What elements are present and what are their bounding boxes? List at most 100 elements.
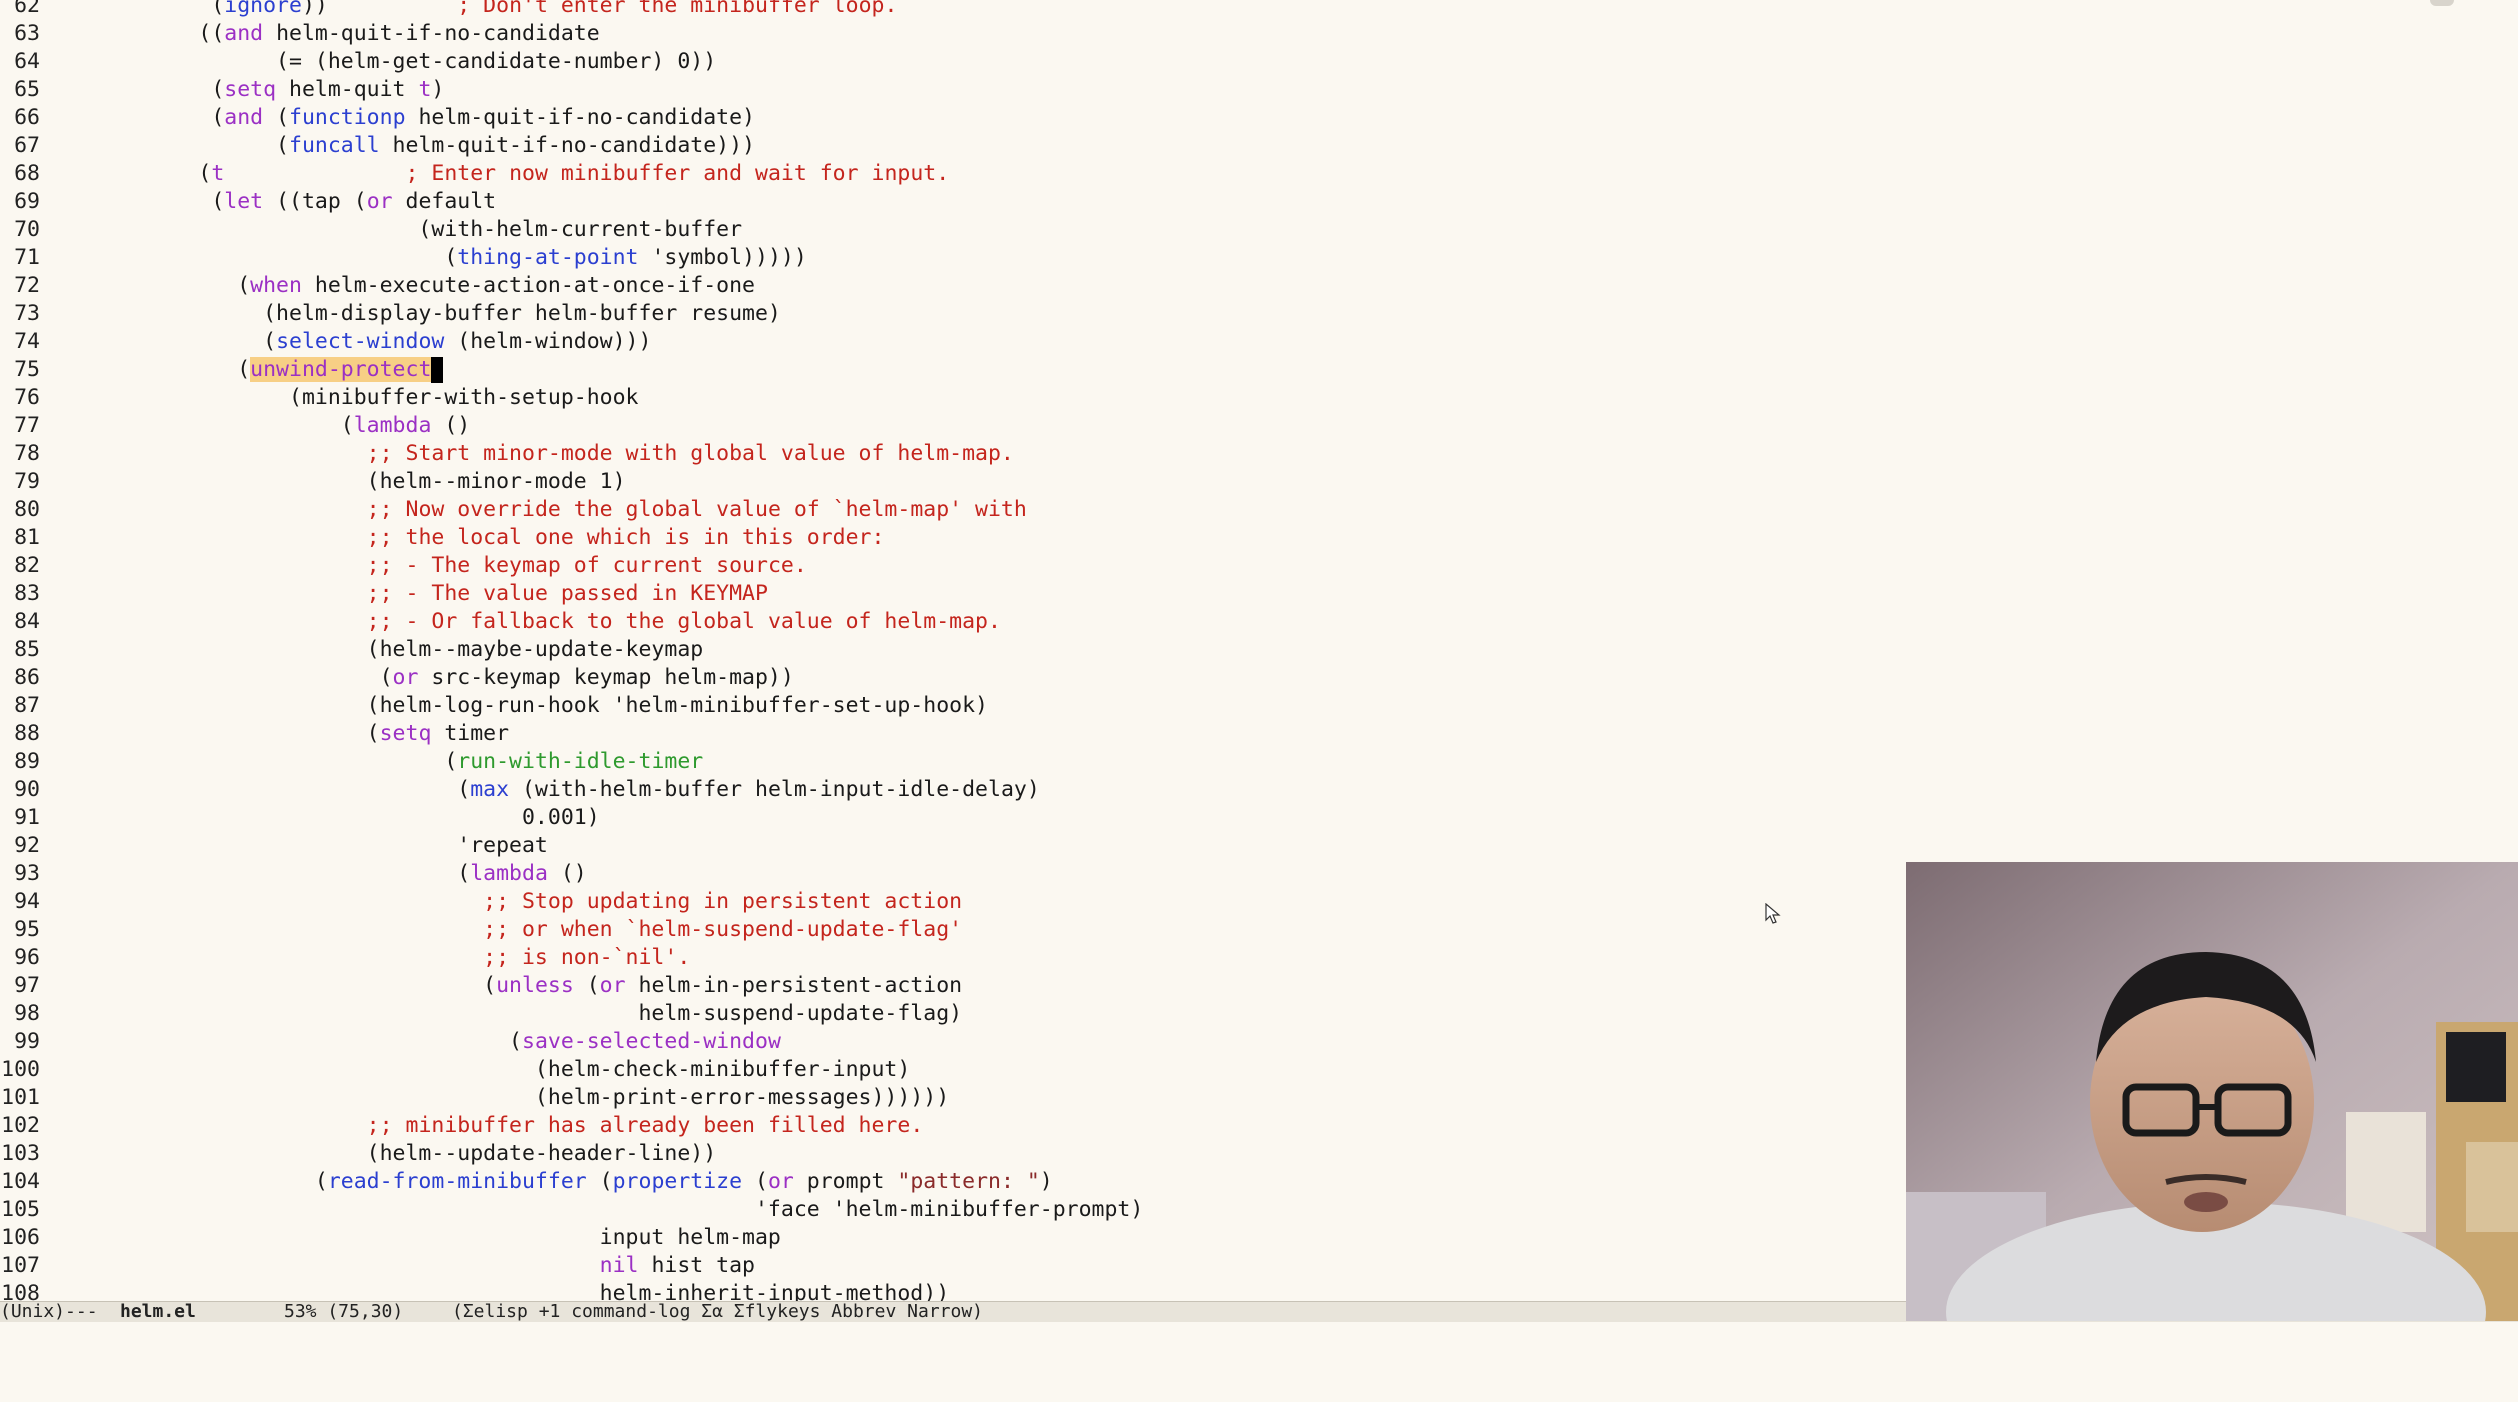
code-line[interactable]: 69 (let ((tap (or default <box>0 188 1906 216</box>
code-text[interactable]: ;; - Or fallback to the global value of … <box>56 608 1001 636</box>
code-line[interactable]: 84 ;; - Or fallback to the global value … <box>0 608 1906 636</box>
code-text[interactable]: ;; - The keymap of current source. <box>56 552 807 580</box>
code-line[interactable]: 82 ;; - The keymap of current source. <box>0 552 1906 580</box>
code-text[interactable]: 0.001) <box>56 804 600 832</box>
code-line[interactable]: 80 ;; Now override the global value of `… <box>0 496 1906 524</box>
code-text[interactable]: (unless (or helm-in-persistent-action <box>56 972 962 1000</box>
code-text[interactable]: (read-from-minibuffer (propertize (or pr… <box>56 1168 1053 1196</box>
code-line[interactable]: 75 (unwind-protect <box>0 356 1906 384</box>
code-text[interactable]: (lambda () <box>56 412 470 440</box>
code-text[interactable]: (= (helm-get-candidate-number) 0)) <box>56 48 716 76</box>
code-text[interactable]: (helm-log-run-hook 'helm-minibuffer-set-… <box>56 692 988 720</box>
code-text[interactable]: (helm--minor-mode 1) <box>56 468 626 496</box>
code-text[interactable]: (setq helm-quit t) <box>56 76 444 104</box>
code-line[interactable]: 99 (save-selected-window <box>0 1028 1906 1056</box>
code-line[interactable]: 65 (setq helm-quit t) <box>0 76 1906 104</box>
code-line[interactable]: 102 ;; minibuffer has already been fille… <box>0 1112 1906 1140</box>
code-text[interactable]: (when helm-execute-action-at-once-if-one <box>56 272 755 300</box>
code-text[interactable]: (thing-at-point 'symbol))))) <box>56 244 806 272</box>
code-line[interactable]: 105 'face 'helm-minibuffer-prompt) <box>0 1196 1906 1224</box>
code-text[interactable]: (helm-check-minibuffer-input) <box>56 1056 910 1084</box>
code-line[interactable]: 72 (when helm-execute-action-at-once-if-… <box>0 272 1906 300</box>
code-text[interactable]: (helm--maybe-update-keymap <box>56 636 704 664</box>
code-text[interactable]: (or src-keymap keymap helm-map)) <box>56 664 794 692</box>
code-text[interactable]: (ignore)) ; Don't enter the minibuffer l… <box>56 0 897 20</box>
code-text[interactable]: (select-window (helm-window))) <box>56 328 651 356</box>
code-text[interactable]: (helm--update-header-line)) <box>56 1140 717 1168</box>
code-line[interactable]: 97 (unless (or helm-in-persistent-action <box>0 972 1906 1000</box>
code-text[interactable]: (t ; Enter now minibuffer and wait for i… <box>56 160 949 188</box>
code-line[interactable]: 89 (run-with-idle-timer <box>0 748 1906 776</box>
code-line[interactable]: 98 helm-suspend-update-flag) <box>0 1000 1906 1028</box>
code-line[interactable]: 73 (helm-display-buffer helm-buffer resu… <box>0 300 1906 328</box>
code-text[interactable]: (and (functionp helm-quit-if-no-candidat… <box>56 104 755 132</box>
code-text[interactable]: (minibuffer-with-setup-hook <box>56 384 639 412</box>
code-text[interactable]: (helm-print-error-messages)))))) <box>56 1084 949 1112</box>
code-text[interactable]: helm-inherit-input-method)) <box>56 1280 950 1301</box>
code-text[interactable]: (with-helm-current-buffer <box>56 216 742 244</box>
line-number: 73 <box>14 301 40 326</box>
code-text[interactable]: ;; is non-`nil'. <box>56 944 690 972</box>
code-line[interactable]: 87 (helm-log-run-hook 'helm-minibuffer-s… <box>0 692 1906 720</box>
line-number: 83 <box>14 581 40 606</box>
code-text[interactable]: (run-with-idle-timer <box>56 748 703 776</box>
code-line[interactable]: 67 (funcall helm-quit-if-no-candidate))) <box>0 132 1906 160</box>
code-text[interactable]: (setq timer <box>56 720 509 748</box>
code-text[interactable]: (funcall helm-quit-if-no-candidate))) <box>56 132 755 160</box>
code-line[interactable]: 78 ;; Start minor-mode with global value… <box>0 440 1906 468</box>
code-line[interactable]: 92 'repeat <box>0 832 1906 860</box>
code-line[interactable]: 90 (max (with-helm-buffer helm-input-idl… <box>0 776 1906 804</box>
code-line[interactable]: 101 (helm-print-error-messages)))))) <box>0 1084 1906 1112</box>
code-text[interactable]: 'repeat <box>56 832 548 860</box>
code-line[interactable]: 85 (helm--maybe-update-keymap <box>0 636 1906 664</box>
code-text[interactable]: (save-selected-window <box>56 1028 781 1056</box>
code-text[interactable]: input helm-map <box>56 1224 781 1252</box>
code-line[interactable]: 100 (helm-check-minibuffer-input) <box>0 1056 1906 1084</box>
code-text[interactable]: (lambda () <box>56 860 586 888</box>
code-line[interactable]: 104 (read-from-minibuffer (propertize (o… <box>0 1168 1906 1196</box>
code-text[interactable]: ;; Now override the global value of `hel… <box>56 496 1027 524</box>
code-line[interactable]: 76 (minibuffer-with-setup-hook <box>0 384 1906 412</box>
code-text[interactable]: ;; the local one which is in this order: <box>56 524 885 552</box>
code-line[interactable]: 96 ;; is non-`nil'. <box>0 944 1906 972</box>
code-text[interactable]: ;; or when `helm-suspend-update-flag' <box>56 916 962 944</box>
code-line[interactable]: 108 helm-inherit-input-method)) <box>0 1280 1906 1301</box>
code-line[interactable]: 77 (lambda () <box>0 412 1906 440</box>
code-line[interactable]: 93 (lambda () <box>0 860 1906 888</box>
code-text[interactable]: ;; minibuffer has already been filled he… <box>56 1112 924 1140</box>
code-line[interactable]: 70 (with-helm-current-buffer <box>0 216 1906 244</box>
line-number: 69 <box>14 189 40 214</box>
code-line[interactable]: 86 (or src-keymap keymap helm-map)) <box>0 664 1906 692</box>
code-text[interactable]: 'face 'helm-minibuffer-prompt) <box>56 1196 1143 1224</box>
code-text[interactable]: (max (with-helm-buffer helm-input-idle-d… <box>56 776 1040 804</box>
code-line[interactable]: 68 (t ; Enter now minibuffer and wait fo… <box>0 160 1906 188</box>
code-line[interactable]: 74 (select-window (helm-window))) <box>0 328 1906 356</box>
line-number: 89 <box>14 749 40 774</box>
code-text[interactable]: nil hist tap <box>56 1252 755 1280</box>
code-text[interactable]: (helm-display-buffer helm-buffer resume) <box>56 300 781 328</box>
code-line[interactable]: 95 ;; or when `helm-suspend-update-flag' <box>0 916 1906 944</box>
code-line[interactable]: 88 (setq timer <box>0 720 1906 748</box>
code-text[interactable]: helm-suspend-update-flag) <box>56 1000 962 1028</box>
line-number: 99 <box>14 1029 40 1054</box>
code-text[interactable]: ((and helm-quit-if-no-candidate <box>56 20 599 48</box>
line-number: 79 <box>14 469 40 494</box>
code-line[interactable]: 66 (and (functionp helm-quit-if-no-candi… <box>0 104 1906 132</box>
code-line[interactable]: 79 (helm--minor-mode 1) <box>0 468 1906 496</box>
code-line[interactable]: 81 ;; the local one which is in this ord… <box>0 524 1906 552</box>
code-text[interactable]: (let ((tap (or default <box>56 188 496 216</box>
code-line[interactable]: 91 0.001) <box>0 804 1906 832</box>
code-line[interactable]: 62 (ignore)) ; Don't enter the minibuffe… <box>0 0 1906 20</box>
code-line[interactable]: 64 (= (helm-get-candidate-number) 0)) <box>0 48 1906 76</box>
code-text[interactable]: (unwind-protect <box>56 356 444 384</box>
code-line[interactable]: 103 (helm--update-header-line)) <box>0 1140 1906 1168</box>
code-line[interactable]: 63 ((and helm-quit-if-no-candidate <box>0 20 1906 48</box>
code-line[interactable]: 106 input helm-map <box>0 1224 1906 1252</box>
code-line[interactable]: 83 ;; - The value passed in KEYMAP <box>0 580 1906 608</box>
code-text[interactable]: ;; - The value passed in KEYMAP <box>56 580 768 608</box>
code-text[interactable]: ;; Stop updating in persistent action <box>56 888 962 916</box>
code-line[interactable]: 107 nil hist tap <box>0 1252 1906 1280</box>
code-line[interactable]: 94 ;; Stop updating in persistent action <box>0 888 1906 916</box>
code-text[interactable]: ;; Start minor-mode with global value of… <box>56 440 1014 468</box>
code-line[interactable]: 71 (thing-at-point 'symbol))))) <box>0 244 1906 272</box>
